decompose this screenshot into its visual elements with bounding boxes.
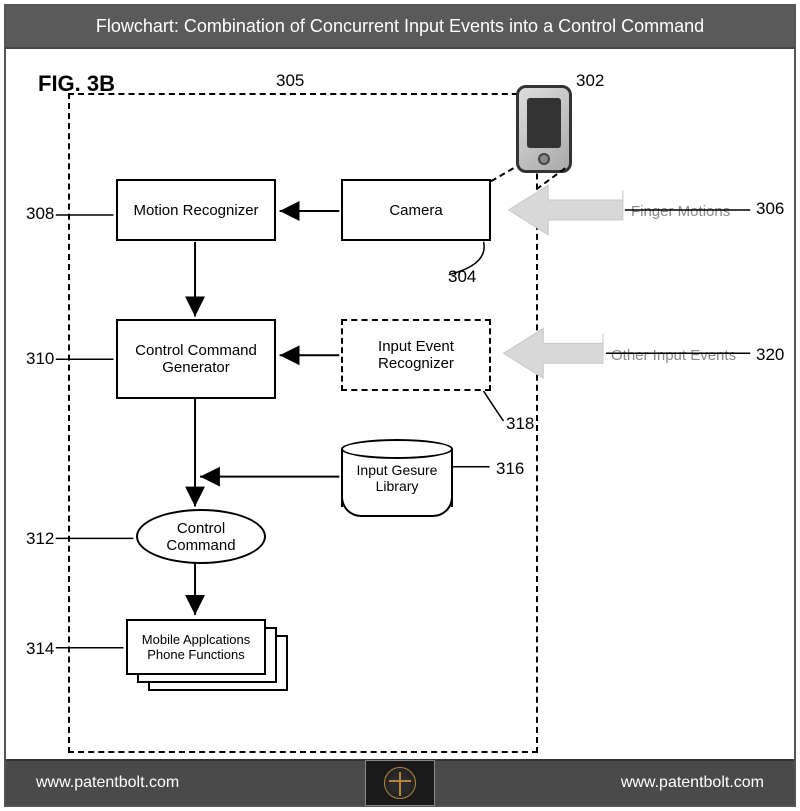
mobile-apps-label: Mobile Applcations Phone Functions bbox=[142, 632, 250, 662]
cylinder-bottom bbox=[341, 497, 453, 517]
ref-304: 304 bbox=[448, 267, 476, 287]
footer-right: www.patentbolt.com bbox=[621, 774, 764, 792]
control-command-generator-block: Control Command Generator bbox=[116, 319, 276, 399]
doc-front: Mobile Applcations Phone Functions bbox=[126, 619, 266, 675]
cylinder-top bbox=[341, 439, 453, 459]
vitruvian-icon bbox=[384, 767, 416, 799]
mobile-apps-stack: Mobile Applcations Phone Functions bbox=[126, 619, 290, 697]
title-bar: Flowchart: Combination of Concurrent Inp… bbox=[6, 6, 794, 49]
control-command-ellipse: Control Command bbox=[136, 509, 266, 564]
phone-screen-icon bbox=[527, 98, 561, 148]
motion-recognizer-label: Motion Recognizer bbox=[133, 202, 258, 219]
cc-label: Control Command bbox=[166, 520, 235, 554]
igl-label: Input Gesure Library bbox=[357, 462, 438, 494]
ref-306: 306 bbox=[756, 199, 784, 219]
ref-310: 310 bbox=[26, 349, 54, 369]
ref-308: 308 bbox=[26, 204, 54, 224]
diagram-area: FIG. 3B Camera Motion Recognizer Control… bbox=[6, 49, 794, 765]
ref-318: 318 bbox=[506, 414, 534, 434]
footer-logo-box bbox=[365, 760, 435, 806]
outer-frame: Flowchart: Combination of Concurrent Inp… bbox=[4, 4, 796, 807]
ccg-label: Control Command Generator bbox=[135, 342, 257, 376]
ref-316: 316 bbox=[496, 459, 524, 479]
ref-302: 302 bbox=[576, 71, 604, 91]
footer-left: www.patentbolt.com bbox=[36, 774, 179, 792]
finger-motions-label: Finger Motions bbox=[631, 203, 730, 220]
phone-device bbox=[516, 85, 572, 173]
input-gesture-library-cylinder: Input Gesure Library bbox=[341, 439, 453, 517]
phone-home-button-icon bbox=[538, 153, 550, 165]
ref-320: 320 bbox=[756, 345, 784, 365]
camera-label: Camera bbox=[389, 202, 442, 219]
input-event-recognizer-block: Input Event Recognizer bbox=[341, 319, 491, 391]
other-input-events-label: Other Input Events bbox=[611, 347, 736, 364]
title-text: Flowchart: Combination of Concurrent Inp… bbox=[96, 16, 704, 36]
motion-recognizer-block: Motion Recognizer bbox=[116, 179, 276, 241]
ier-label: Input Event Recognizer bbox=[378, 338, 454, 372]
phone-body bbox=[516, 85, 572, 173]
footer-bar: www.patentbolt.com www.patentbolt.com bbox=[6, 759, 794, 805]
ref-305: 305 bbox=[276, 71, 304, 91]
ref-314: 314 bbox=[26, 639, 54, 659]
ref-312: 312 bbox=[26, 529, 54, 549]
camera-block: Camera bbox=[341, 179, 491, 241]
